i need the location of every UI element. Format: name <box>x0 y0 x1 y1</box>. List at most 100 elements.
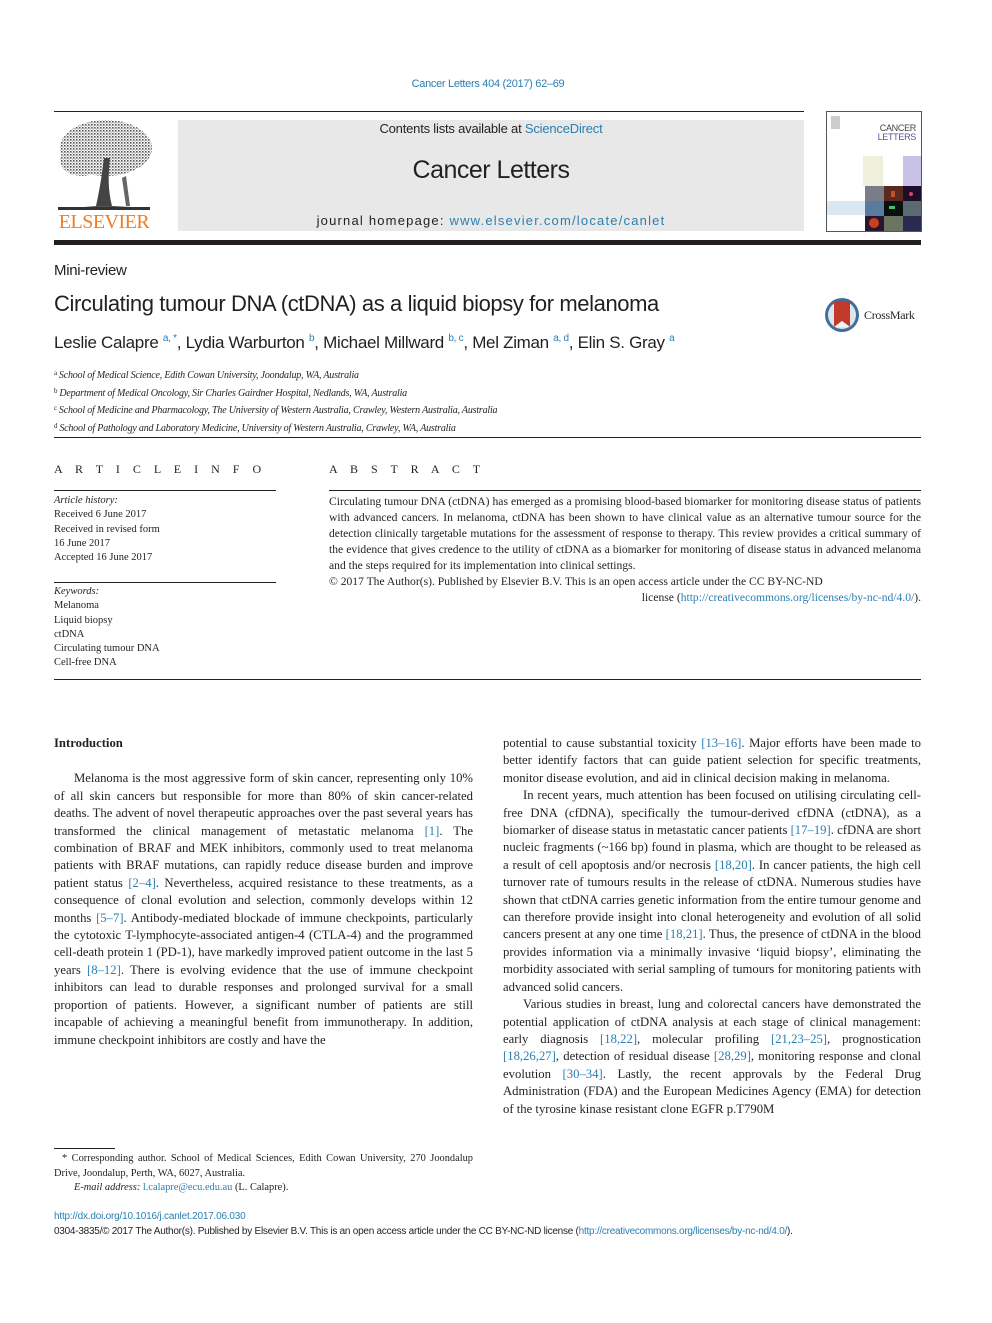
keyword-items: Melanoma Liquid biopsy ctDNA Circulating tu… <box>54 599 160 670</box>
history-item: Accepted 16 June 2017 <box>54 552 153 564</box>
author-name[interactable]: Lydia Warburton <box>186 333 305 352</box>
cover-microscopy-images <box>827 156 921 231</box>
abstract-heading: A B S T R A C T <box>329 462 486 476</box>
citation-link[interactable]: [18,20] <box>715 858 752 872</box>
sciencedirect-link[interactable]: ScienceDirect <box>525 121 603 136</box>
keyword-item: Circulating tumour DNA <box>54 643 160 655</box>
contents-line: Contents lists available at ScienceDirec… <box>178 121 804 136</box>
citation-link[interactable]: [17–19] <box>791 823 831 837</box>
abstract-rule <box>329 490 921 491</box>
citation-link[interactable]: [13–16] <box>701 736 741 750</box>
affiliation-item: b Department of Medical Oncology, Sir Cha… <box>54 384 497 402</box>
corresponding-author-footnote: * Corresponding author. School of Medica… <box>54 1152 473 1196</box>
keyword-item: Cell-free DNA <box>54 657 117 669</box>
article-info-rule <box>54 490 276 491</box>
affiliation-text: Department of Medical Oncology, Sir Char… <box>59 387 407 399</box>
affiliation-text: School of Pathology and Laboratory Medic… <box>59 422 456 434</box>
affiliation-key: b <box>54 386 58 395</box>
citation-link[interactable]: [28,29] <box>714 1049 751 1063</box>
keyword-item: Liquid biopsy <box>54 614 113 626</box>
history-item: 16 June 2017 <box>54 537 110 549</box>
journal-masthead: Contents lists available at ScienceDirec… <box>178 120 804 231</box>
citation-link[interactable]: [8–12] <box>87 963 121 977</box>
affiliation-key: a <box>54 369 57 377</box>
author-affiliation-marker[interactable]: a <box>669 333 675 344</box>
footnote-corresponding-text: Corresponding author. School of Medical … <box>54 1153 473 1179</box>
corresponding-author-note: * Corresponding author. School of Medica… <box>54 1152 473 1181</box>
citation-link[interactable]: [30–34] <box>563 1067 603 1081</box>
footer-copyright-suffix: ). <box>787 1226 793 1237</box>
journal-reference-link[interactable]: Cancer Letters 404 (2017) 62–69 <box>0 78 976 90</box>
header-rule <box>54 111 804 112</box>
author-affiliation-marker[interactable]: a, * <box>163 333 177 344</box>
cover-title: CANCER LETTERS <box>877 124 917 142</box>
license-link[interactable]: http://creativecommons.org/licenses/by-n… <box>681 591 915 604</box>
license-suffix: ). <box>914 591 921 604</box>
elsevier-tree-icon <box>58 120 152 210</box>
footnote-rule <box>54 1148 115 1149</box>
author-name[interactable]: Michael Millward <box>323 333 444 352</box>
body-paragraph: Melanoma is the most aggressive form of … <box>54 771 474 1047</box>
abstract-body: Circulating tumour DNA (ctDNA) has emerg… <box>329 494 921 606</box>
keyword-item: ctDNA <box>54 628 85 640</box>
abstract-license: license (http://creativecommons.org/lice… <box>329 590 921 606</box>
affiliation-item: a School of Medical Science, Edith Cowan … <box>54 366 497 384</box>
email-line: E-mail address: l.calapre@ecu.edu.au (L.… <box>54 1181 473 1196</box>
crossmark-button[interactable]: CrossMark <box>824 296 924 334</box>
affiliation-key: d <box>54 421 58 430</box>
affiliation-item: c School of Medicine and Pharmacology, Th… <box>54 401 498 419</box>
author-name[interactable]: Mel Ziman <box>472 333 549 352</box>
copyright-footer: 0304-3835/© 2017 The Author(s). Publishe… <box>54 1226 793 1237</box>
footer-copyright-text: 0304-3835/© 2017 The Author(s). Publishe… <box>54 1226 579 1237</box>
citation-link[interactable]: [21,23–25] <box>771 1032 827 1046</box>
left-paragraphs: Melanoma is the most aggressive form of … <box>54 770 473 1049</box>
keywords-label: Keywords: <box>54 586 100 597</box>
email-label: E-mail address: <box>74 1182 141 1194</box>
citation-link[interactable]: [18,22] <box>600 1032 637 1046</box>
article-info-heading: A R T I C L E I N F O <box>54 462 267 476</box>
affiliation-rule <box>54 437 921 438</box>
keyword-item: Melanoma <box>54 600 99 612</box>
header-thick-rule <box>54 240 921 245</box>
homepage-link[interactable]: www.elsevier.com/locate/canlet <box>449 213 665 228</box>
citation-link[interactable]: [1] <box>425 824 440 838</box>
history-item: Received in revised form <box>54 523 160 535</box>
author-separator: , <box>568 333 578 352</box>
abstract-copyright: © 2017 The Author(s). Published by Elsev… <box>329 575 823 588</box>
section-heading-introduction: Introduction <box>54 736 123 750</box>
affiliation-text: School of Medical Science, Edith Cowan U… <box>58 370 359 381</box>
author-separator: , <box>463 333 473 352</box>
homepage-prefix: journal homepage: <box>316 213 450 228</box>
history-label: Article history: <box>54 495 118 506</box>
contents-prefix: Contents lists available at <box>379 121 525 136</box>
elsevier-logo[interactable]: ELSEVIER <box>52 118 156 234</box>
citation-link[interactable]: [18,21] <box>666 927 703 941</box>
keywords: Keywords: Melanoma Liquid biopsy ctDNA Circ… <box>54 585 160 671</box>
citation-link[interactable]: [18,26,27] <box>503 1049 556 1063</box>
author-name[interactable]: Leslie Calapre <box>54 333 159 352</box>
body-paragraph: Various studies in breast, lung and colo… <box>503 997 921 1116</box>
footer-license-link[interactable]: http://creativecommons.org/licenses/by-n… <box>579 1226 788 1237</box>
journal-cover-thumbnail[interactable]: CANCER LETTERS <box>826 111 922 232</box>
journal-name: Cancer Letters <box>412 156 570 184</box>
affiliation-item: d School of Pathology and Laboratory Medi… <box>54 419 497 437</box>
body-left-column: Introduction Melanoma is the most aggres… <box>54 735 473 1049</box>
author-affiliation-marker[interactable]: a, d <box>553 333 569 344</box>
citation-link[interactable]: [2–4] <box>128 876 155 890</box>
abstract-text: Circulating tumour DNA (ctDNA) has emerg… <box>329 495 921 572</box>
cover-logo-icon <box>831 116 840 129</box>
citation-link[interactable]: [5–7] <box>96 911 123 925</box>
crossmark-label: CrossMark <box>864 308 915 322</box>
body-paragraph: potential to cause substantial toxicity … <box>503 736 921 785</box>
article-type: Mini-review <box>54 262 127 279</box>
elsevier-wordmark: ELSEVIER <box>58 211 150 233</box>
article-title: Circulating tumour DNA (ctDNA) as a liqu… <box>54 291 659 316</box>
author-separator: , <box>314 333 324 352</box>
journal-homepage: journal homepage: www.elsevier.com/locat… <box>178 213 804 228</box>
article-history: Article history: Received 6 June 2017 Rec… <box>54 494 160 565</box>
author-name[interactable]: Elin S. Gray <box>578 333 665 352</box>
doi-link[interactable]: http://dx.doi.org/10.1016/j.canlet.2017.… <box>54 1211 246 1222</box>
email-link[interactable]: l.calapre@ecu.edu.au <box>143 1182 232 1193</box>
author-affiliation-marker[interactable]: b, c <box>448 333 463 344</box>
cover-title-line2: LETTERS <box>877 132 917 142</box>
